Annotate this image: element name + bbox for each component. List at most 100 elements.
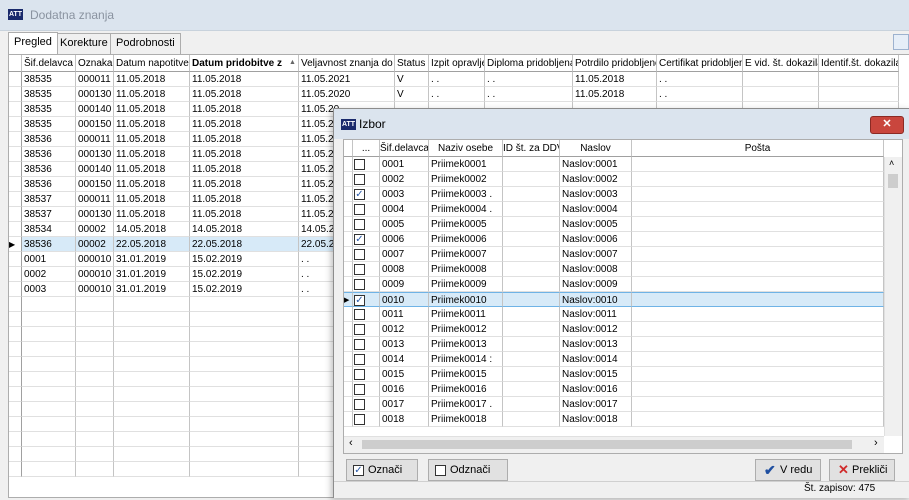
table-cell[interactable]: 14.05.2018	[114, 222, 190, 237]
empty-cell[interactable]	[76, 372, 114, 387]
empty-cell[interactable]	[114, 297, 190, 312]
table-cell[interactable]	[503, 247, 560, 262]
empty-cell[interactable]	[76, 327, 114, 342]
table-cell[interactable]: 11.05.2018	[114, 72, 190, 87]
empty-cell[interactable]	[76, 297, 114, 312]
table-cell[interactable]: 0009	[380, 277, 429, 292]
empty-cell[interactable]	[76, 402, 114, 417]
table-cell[interactable]	[503, 172, 560, 187]
empty-cell[interactable]	[190, 402, 299, 417]
table-cell[interactable]: Priimek0001	[429, 157, 503, 172]
table-cell[interactable]: 0011	[380, 307, 429, 322]
table-cell[interactable]: V	[395, 87, 429, 102]
checkbox-empty-icon[interactable]	[354, 204, 365, 215]
table-cell[interactable]: Naslov:0016	[560, 382, 632, 397]
table-cell[interactable]	[743, 72, 819, 87]
row-checkbox[interactable]	[353, 307, 380, 322]
row-checkbox[interactable]	[353, 337, 380, 352]
table-cell[interactable]: 31.01.2019	[114, 267, 190, 282]
table-cell[interactable]: 0006	[380, 232, 429, 247]
table-cell[interactable]: . .	[429, 72, 485, 87]
checkbox-empty-icon[interactable]	[354, 309, 365, 320]
checkbox-empty-icon[interactable]	[354, 219, 365, 230]
row-indicator[interactable]	[9, 447, 22, 462]
empty-cell[interactable]	[190, 462, 299, 477]
empty-cell[interactable]	[22, 357, 76, 372]
table-cell[interactable]: 38535	[22, 102, 76, 117]
ok-button[interactable]: ✔ V redu	[755, 459, 821, 481]
dialog-column-header[interactable]: ID št. za DDV	[503, 140, 560, 157]
dialog-column-header[interactable]: Šif.delavca	[380, 140, 429, 157]
empty-cell[interactable]	[76, 312, 114, 327]
row-indicator[interactable]	[9, 312, 22, 327]
empty-cell[interactable]	[190, 357, 299, 372]
row-indicator[interactable]	[9, 72, 22, 87]
table-cell[interactable]	[632, 307, 884, 322]
table-cell[interactable]: Naslov:0009	[560, 277, 632, 292]
empty-cell[interactable]	[190, 327, 299, 342]
checkbox-checked-icon[interactable]: ✓	[354, 189, 365, 200]
table-cell[interactable]: . .	[657, 72, 743, 87]
empty-cell[interactable]	[22, 462, 76, 477]
row-indicator[interactable]	[344, 202, 353, 217]
checkbox-empty-icon[interactable]	[354, 174, 365, 185]
row-indicator[interactable]	[344, 382, 353, 397]
table-cell[interactable]: 0015	[380, 367, 429, 382]
table-cell[interactable]: 31.01.2019	[114, 282, 190, 297]
empty-cell[interactable]	[114, 432, 190, 447]
table-cell[interactable]	[503, 157, 560, 172]
table-cell[interactable]	[632, 202, 884, 217]
empty-cell[interactable]	[190, 387, 299, 402]
table-cell[interactable]: V	[395, 72, 429, 87]
row-indicator[interactable]	[344, 172, 353, 187]
dialog-column-header[interactable]: ...	[353, 140, 380, 157]
table-cell[interactable]: 000150	[76, 117, 114, 132]
row-indicator[interactable]	[9, 327, 22, 342]
table-cell[interactable]: 38535	[22, 87, 76, 102]
table-cell[interactable]: 15.02.2019	[190, 252, 299, 267]
table-cell[interactable]: 0018	[380, 412, 429, 427]
table-cell[interactable]: 000011	[76, 192, 114, 207]
row-indicator[interactable]	[344, 307, 353, 322]
tab-podrobnosti[interactable]: Podrobnosti	[110, 33, 181, 54]
table-cell[interactable]	[632, 262, 884, 277]
empty-cell[interactable]	[76, 432, 114, 447]
table-cell[interactable]: Naslov:0014	[560, 352, 632, 367]
table-cell[interactable]: Priimek0002	[429, 172, 503, 187]
table-cell[interactable]: 38536	[22, 147, 76, 162]
table-cell[interactable]: Naslov:0010	[560, 292, 632, 307]
empty-cell[interactable]	[76, 462, 114, 477]
table-cell[interactable]: 14.05.2018	[190, 222, 299, 237]
empty-cell[interactable]	[76, 417, 114, 432]
row-checkbox[interactable]	[353, 217, 380, 232]
table-cell[interactable]: 000011	[76, 132, 114, 147]
table-cell[interactable]: 38536	[22, 162, 76, 177]
row-indicator[interactable]	[344, 397, 353, 412]
empty-cell[interactable]	[22, 402, 76, 417]
row-indicator[interactable]	[9, 297, 22, 312]
layout-icon[interactable]	[893, 34, 909, 50]
row-indicator[interactable]	[9, 222, 22, 237]
table-cell[interactable]: 11.05.2018	[573, 87, 657, 102]
table-cell[interactable]	[503, 322, 560, 337]
table-cell[interactable]	[632, 322, 884, 337]
row-indicator[interactable]	[344, 232, 353, 247]
row-checkbox[interactable]	[353, 367, 380, 382]
table-cell[interactable]: 11.05.2018	[114, 132, 190, 147]
row-checkbox[interactable]	[353, 412, 380, 427]
row-checkbox[interactable]: ✓	[353, 187, 380, 202]
grid-column-header[interactable]: Identif.št. dokazila	[819, 55, 899, 72]
table-cell[interactable]	[503, 337, 560, 352]
table-cell[interactable]: 22.05.2018	[114, 237, 190, 252]
table-cell[interactable]: 000140	[76, 102, 114, 117]
table-cell[interactable]: 0016	[380, 382, 429, 397]
empty-cell[interactable]	[76, 387, 114, 402]
table-cell[interactable]	[632, 172, 884, 187]
empty-cell[interactable]	[114, 372, 190, 387]
grid-column-header[interactable]: Izpit opravljen	[429, 55, 485, 72]
tab-korekture[interactable]: Korekture	[54, 33, 114, 54]
checkbox-empty-icon[interactable]	[354, 354, 365, 365]
row-indicator[interactable]	[344, 412, 353, 427]
vertical-scroll-thumb[interactable]	[888, 174, 898, 188]
checkbox-empty-icon[interactable]	[354, 384, 365, 395]
